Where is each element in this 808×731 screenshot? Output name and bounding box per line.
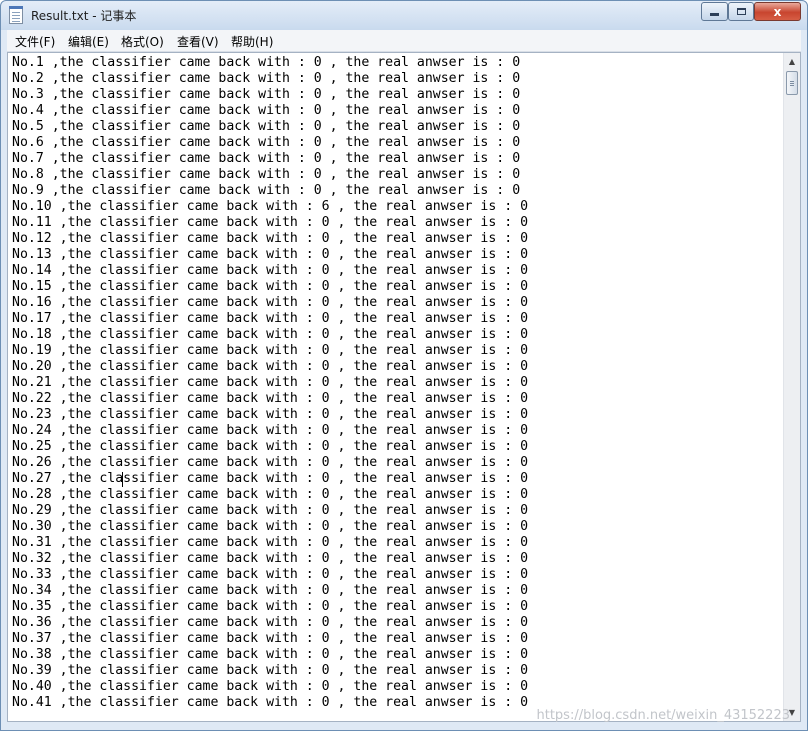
text-line: No.17 ,the classifier came back with : 0… [12,311,529,326]
close-button[interactable]: x [754,2,801,21]
text-line: No.13 ,the classifier came back with : 0… [12,247,529,262]
text-line: No.30 ,the classifier came back with : 0… [12,519,529,534]
menu-edit[interactable]: 编辑(E) [68,33,109,50]
text-line: No.36 ,the classifier came back with : 0… [12,615,529,630]
minimize-button[interactable] [701,2,728,21]
text-line: No.35 ,the classifier came back with : 0… [12,599,529,614]
text-line: No.16 ,the classifier came back with : 0… [12,295,529,310]
menu-help[interactable]: 帮助(H) [231,33,273,50]
text-line: No.21 ,the classifier came back with : 0… [12,375,529,390]
text-line: No.25 ,the classifier came back with : 0… [12,439,529,454]
text-line: No.19 ,the classifier came back with : 0… [12,343,529,358]
text-line: No.28 ,the classifier came back with : 0… [12,487,529,502]
text-line: No.6 ,the classifier came back with : 0 … [12,135,521,150]
text-line: No.34 ,the classifier came back with : 0… [12,583,529,598]
maximize-button[interactable] [728,2,754,21]
text-line: No.39 ,the classifier came back with : 0… [12,663,529,678]
text-line: No.12 ,the classifier came back with : 0… [12,231,529,246]
text-line: No.4 ,the classifier came back with : 0 … [12,103,521,118]
text-line: No.7 ,the classifier came back with : 0 … [12,151,521,166]
text-caret [122,472,123,487]
window-title: Result.txt - 记事本 [31,9,137,23]
title-bar[interactable]: Result.txt - 记事本 x [1,1,807,30]
text-line: No.38 ,the classifier came back with : 0… [12,647,529,662]
text-line: No.29 ,the classifier came back with : 0… [12,503,529,518]
scroll-up-arrow-icon[interactable]: ▲ [784,53,800,70]
text-line: No.23 ,the classifier came back with : 0… [12,407,529,422]
menu-bar: 文件(F) 编辑(E) 格式(O) 查看(V) 帮助(H) [7,30,801,52]
minimize-icon [710,13,719,16]
text-line: No.10 ,the classifier came back with : 6… [12,199,529,214]
close-icon: x [773,4,782,19]
text-line: No.14 ,the classifier came back with : 0… [12,263,529,278]
text-line: No.15 ,the classifier came back with : 0… [12,279,529,294]
maximize-icon [736,8,746,15]
text-line: No.20 ,the classifier came back with : 0… [12,359,529,374]
text-line: No.1 ,the classifier came back with : 0 … [12,55,521,70]
text-line: No.37 ,the classifier came back with : 0… [12,631,529,646]
text-line: No.27 ,the classifier came back with : 0… [12,471,529,486]
text-line: No.5 ,the classifier came back with : 0 … [12,119,521,134]
menu-format[interactable]: 格式(O) [121,33,164,50]
text-line: No.3 ,the classifier came back with : 0 … [12,87,521,102]
text-line: No.24 ,the classifier came back with : 0… [12,423,529,438]
text-line: No.22 ,the classifier came back with : 0… [12,391,529,406]
text-line: No.18 ,the classifier came back with : 0… [12,327,529,342]
text-line: No.33 ,the classifier came back with : 0… [12,567,529,582]
text-line: No.26 ,the classifier came back with : 0… [12,455,529,470]
text-line: No.9 ,the classifier came back with : 0 … [12,183,521,198]
text-line: No.2 ,the classifier came back with : 0 … [12,71,521,86]
text-editor[interactable]: No.1 ,the classifier came back with : 0 … [7,52,801,722]
watermark: https://blog.csdn.net/weixin_43152223 [536,708,790,723]
text-line: No.11 ,the classifier came back with : 0… [12,215,529,230]
text-line: No.41 ,the classifier came back with : 0… [12,695,529,710]
scrollbar-thumb[interactable] [786,71,798,95]
notepad-window: Result.txt - 记事本 x 文件(F) 编辑(E) 格式(O) 查看(… [0,0,808,731]
text-lines: No.1 ,the classifier came back with : 0 … [12,55,528,711]
text-line: No.31 ,the classifier came back with : 0… [12,535,529,550]
text-line: No.40 ,the classifier came back with : 0… [12,679,529,694]
text-line: No.32 ,the classifier came back with : 0… [12,551,529,566]
menu-file[interactable]: 文件(F) [15,33,55,50]
menu-view[interactable]: 查看(V) [177,33,219,50]
notepad-icon[interactable] [9,6,23,24]
text-line: No.8 ,the classifier came back with : 0 … [12,167,521,182]
vertical-scrollbar[interactable]: ▲ ▼ [783,53,800,721]
